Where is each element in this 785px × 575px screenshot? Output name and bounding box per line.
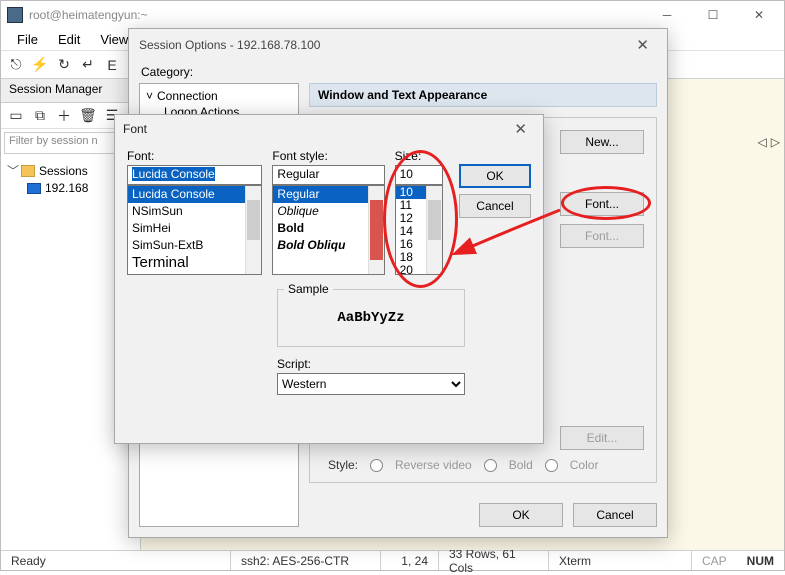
toolbar-quick-icon[interactable]: ⚡: [31, 56, 49, 74]
status-ready: Ready: [1, 551, 231, 570]
session-options-title: Session Options - 192.168.78.100: [139, 38, 628, 52]
status-pos: 1, 24: [381, 551, 439, 570]
font-dialog: Font ✕ Font: Lucida Console Lucida Conso…: [114, 114, 544, 444]
font-name-input[interactable]: Lucida Console: [127, 165, 262, 185]
session-options-ok-button[interactable]: OK: [479, 503, 563, 527]
tree-connection[interactable]: Connection: [157, 89, 218, 103]
terminal-icon: [27, 183, 41, 194]
sess-tool-del[interactable]: 🗑: [79, 107, 97, 125]
sess-tool-add[interactable]: ＋: [55, 107, 73, 125]
toolbar-connect-icon[interactable]: ⎋: [7, 56, 25, 74]
sample-text: AaBbYyZz: [278, 290, 464, 346]
style-reverse-radio[interactable]: [370, 459, 383, 472]
tree-expand-icon[interactable]: ˅: [146, 89, 153, 103]
close-button[interactable]: ✕: [736, 1, 782, 29]
font-item[interactable]: SimHei: [128, 220, 261, 237]
toolbar-reconnect-icon[interactable]: ↻: [55, 56, 73, 74]
category-label: Category:: [141, 65, 657, 79]
minimize-button[interactable]: ─: [644, 1, 690, 29]
font-dialog-close-icon[interactable]: ✕: [506, 118, 535, 140]
tree-expand-icon[interactable]: ﹀: [7, 162, 17, 179]
font-name-list[interactable]: Lucida Console NSimSun SimHei SimSun-Ext…: [127, 185, 262, 275]
font-size-label: Size:: [395, 149, 443, 163]
status-term: Xterm: [549, 551, 692, 570]
menu-edit[interactable]: Edit: [50, 30, 88, 49]
scrollbar[interactable]: [245, 186, 261, 274]
sess-tool-1[interactable]: ▭: [7, 107, 25, 125]
font-dialog-title: Font: [123, 122, 506, 136]
font-ok-button[interactable]: OK: [459, 164, 531, 188]
font-item[interactable]: SimSun-ExtB: [128, 237, 261, 254]
font-cancel-button[interactable]: Cancel: [459, 194, 531, 218]
status-size: 33 Rows, 61 Cols: [439, 551, 549, 570]
session-manager-tab[interactable]: Session Manager: [1, 79, 140, 103]
toolbar-enter-icon[interactable]: ↵: [79, 56, 97, 74]
font-style-list[interactable]: Regular Oblique Bold Bold Obliqu: [272, 185, 384, 275]
menu-file[interactable]: File: [9, 30, 46, 49]
font-style-input[interactable]: Regular: [272, 165, 384, 185]
edit-button: Edit...: [560, 426, 644, 450]
font-size-list[interactable]: 10 11 12 14 16 18 20: [395, 185, 443, 275]
section-header: Window and Text Appearance: [309, 83, 657, 107]
status-num: NUM: [737, 551, 784, 570]
status-ssh: ssh2: AES-256-CTR: [231, 551, 381, 570]
tree-item-label: 192.168: [45, 181, 88, 195]
script-label: Script:: [277, 357, 465, 371]
font-item[interactable]: Lucida Console: [128, 186, 261, 203]
style-color-radio[interactable]: [545, 459, 558, 472]
font-style-label: Font style:: [272, 149, 384, 163]
app-icon: [7, 7, 23, 23]
font-size-input[interactable]: 10: [395, 165, 443, 185]
folder-icon: [21, 165, 35, 177]
session-options-cancel-button[interactable]: Cancel: [573, 503, 657, 527]
session-options-close-icon[interactable]: ✕: [628, 34, 657, 56]
scrollbar[interactable]: [426, 186, 442, 274]
font-button[interactable]: Font...: [560, 192, 644, 216]
maximize-button[interactable]: ☐: [690, 1, 736, 29]
toolbar-settings-icon[interactable]: E: [103, 56, 121, 74]
nav-left-icon[interactable]: ◁: [758, 135, 767, 149]
nav-right-icon[interactable]: ▷: [771, 135, 780, 149]
font-name-label: Font:: [127, 149, 262, 163]
script-select[interactable]: Western: [277, 373, 465, 395]
scrollbar[interactable]: [368, 186, 384, 274]
window-title: root@heimatengyun:~: [29, 8, 644, 22]
style-bold-radio[interactable]: [484, 459, 497, 472]
font-item[interactable]: NSimSun: [128, 203, 261, 220]
status-cap: CAP: [692, 551, 737, 570]
font-button-disabled: Font...: [560, 224, 644, 248]
font-item[interactable]: Terminal: [128, 254, 261, 271]
new-button[interactable]: New...: [560, 130, 644, 154]
sample-box: Sample AaBbYyZz: [277, 289, 465, 347]
sess-tool-2[interactable]: ⧉: [31, 107, 49, 125]
tree-root-label: Sessions: [39, 164, 88, 178]
style-label: Style:: [328, 458, 358, 472]
